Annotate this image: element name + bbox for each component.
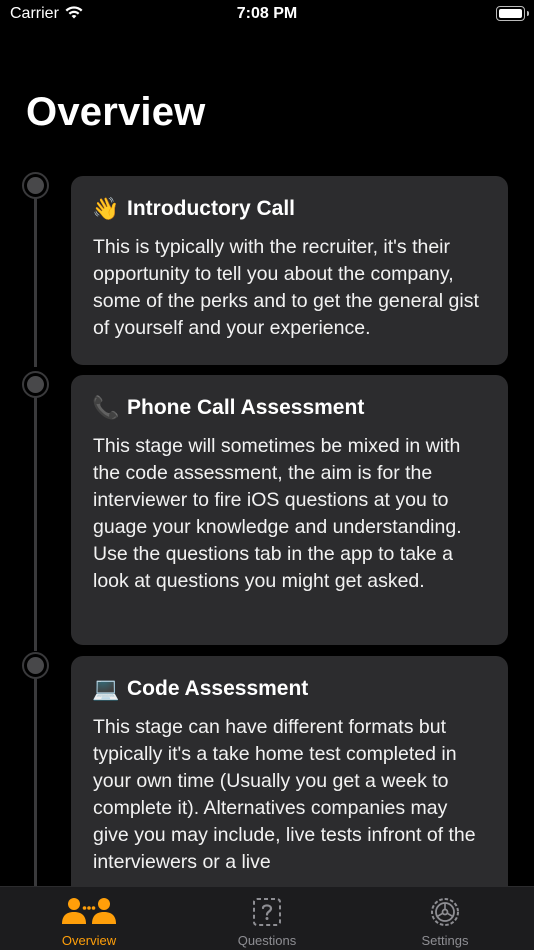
timeline-connector	[34, 396, 37, 651]
tab-label: Settings	[421, 933, 469, 948]
tab-label: Questions	[237, 933, 297, 948]
timeline-dot	[22, 172, 49, 199]
laptop-icon: 💻	[92, 676, 120, 701]
tab-overview[interactable]: Overview	[0, 887, 178, 950]
card-title: Phone Call Assessment	[127, 396, 365, 419]
timeline-dot	[22, 371, 49, 398]
waving-hand-icon: 👋	[92, 196, 120, 221]
card-body: This stage will sometimes be mixed in wi…	[93, 435, 462, 592]
tab-label: Overview	[61, 933, 117, 948]
card-title: Code Assessment	[127, 677, 309, 700]
timeline-dot	[22, 652, 49, 679]
tab-bar: Overview Questions Settings	[0, 886, 534, 950]
timeline-connector	[34, 677, 37, 886]
stage-card-phone-call-assessment[interactable]: 📞 Phone Call Assessment This stage will …	[71, 375, 508, 645]
stage-card-code-assessment[interactable]: 💻 Code Assessment This stage can have di…	[71, 656, 508, 886]
phone-icon: 📞	[92, 395, 120, 420]
card-header: 👋 Introductory Call	[92, 196, 486, 222]
card-header: 📞 Phone Call Assessment	[92, 395, 486, 421]
gear-icon	[356, 895, 534, 929]
stage-card-introductory-call[interactable]: 👋 Introductory Call This is typically wi…	[71, 176, 508, 365]
card-title: Introductory Call	[127, 197, 296, 220]
card-body: This stage can have different formats bu…	[93, 716, 476, 873]
card-body: This is typically with the recruiter, it…	[93, 236, 479, 339]
timeline-scroll-area[interactable]: 👋 Introductory Call This is typically wi…	[0, 0, 534, 886]
tab-settings[interactable]: Settings	[356, 887, 534, 950]
timeline-connector	[34, 197, 37, 367]
people-icon	[0, 895, 178, 929]
tab-questions[interactable]: Questions	[178, 887, 356, 950]
question-square-icon	[178, 895, 356, 929]
card-header: 💻 Code Assessment	[92, 676, 486, 702]
